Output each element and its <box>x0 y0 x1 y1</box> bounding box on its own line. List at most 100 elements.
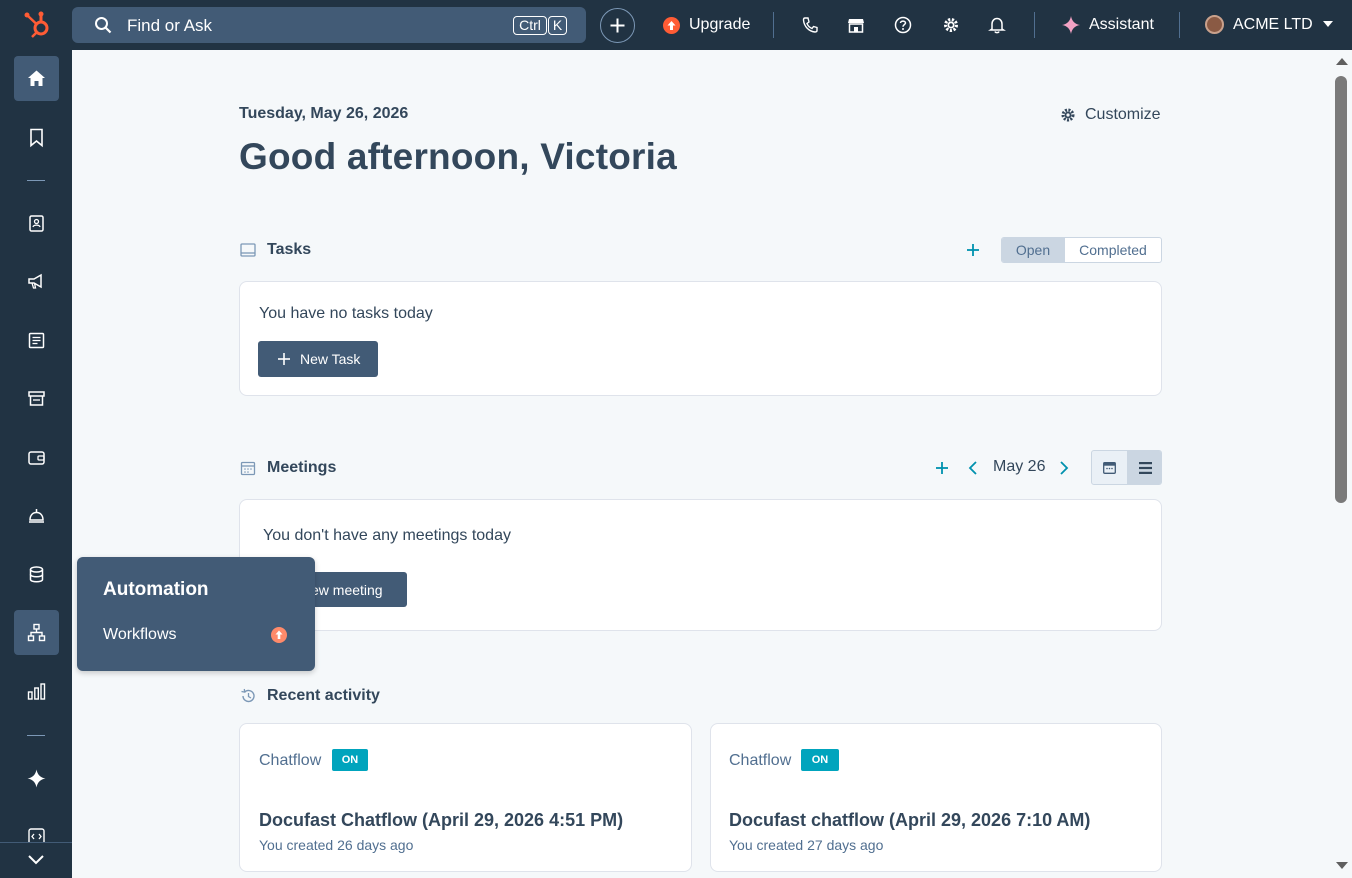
activity-title[interactable]: Docufast Chatflow (April 29, 2026 4:51 P… <box>259 810 623 831</box>
hubspot-logo[interactable] <box>22 9 54 41</box>
activity-title[interactable]: Docufast chatflow (April 29, 2026 7:10 A… <box>729 810 1090 831</box>
history-icon <box>241 688 255 703</box>
scrollbar-thumb[interactable] <box>1335 76 1347 503</box>
workflow-icon <box>27 623 46 642</box>
scroll-down-arrow-icon[interactable] <box>1335 861 1349 871</box>
meetings-card: You don't have any meetings today ew mee… <box>239 499 1162 631</box>
sidebar-item-payments[interactable] <box>14 435 59 480</box>
shortcut-ctrl-key: Ctrl <box>513 16 547 35</box>
sidebar-item-home[interactable] <box>14 56 59 101</box>
calendar-view-button[interactable] <box>1092 451 1127 484</box>
chevron-down-icon[interactable] <box>27 852 45 866</box>
activity-card[interactable]: Chatflow ON Docufast chatflow (April 29,… <box>710 723 1162 872</box>
activity-card[interactable]: Chatflow ON Docufast Chatflow (April 29,… <box>239 723 692 872</box>
sidebar <box>0 50 72 878</box>
megaphone-icon <box>28 273 42 289</box>
calendar-icon <box>240 461 256 476</box>
status-badge: ON <box>801 749 839 771</box>
marketplace-icon[interactable] <box>846 15 866 35</box>
recent-activity-title: Recent activity <box>267 687 380 704</box>
upgrade-arrow-icon <box>271 627 287 643</box>
tab-completed[interactable]: Completed <box>1064 238 1161 262</box>
database-icon <box>29 566 44 583</box>
sidebar-item-breeze[interactable] <box>14 756 59 801</box>
tasks-title: Tasks <box>267 241 312 258</box>
tasks-filter: Open Completed <box>1001 237 1162 263</box>
meetings-date: May 26 <box>993 458 1046 475</box>
assistant-label: Assistant <box>1089 16 1154 33</box>
sidebar-item-commerce[interactable] <box>14 376 59 421</box>
shortcut-k-key: K <box>548 16 567 35</box>
tasks-empty-text: You have no tasks today <box>259 305 433 322</box>
sidebar-divider <box>27 735 45 736</box>
flyout-title: Automation <box>103 579 209 600</box>
create-button[interactable] <box>600 8 635 43</box>
meetings-empty-text: You don't have any meetings today <box>263 527 511 544</box>
notifications-icon[interactable] <box>987 15 1007 35</box>
chevron-right-icon[interactable] <box>1058 460 1070 476</box>
customize-label: Customize <box>1085 106 1161 123</box>
content-icon <box>28 332 45 349</box>
account-name: ACME LTD <box>1233 16 1313 33</box>
meetings-title: Meetings <box>267 459 337 476</box>
sidebar-divider <box>27 180 45 181</box>
menu-item-workflows[interactable]: Workflows <box>103 626 177 644</box>
add-task-icon[interactable] <box>966 243 980 257</box>
list-icon <box>1139 462 1152 474</box>
avatar <box>1205 15 1224 34</box>
upgrade-label: Upgrade <box>689 16 751 33</box>
sidebar-divider <box>0 842 72 843</box>
sidebar-item-data[interactable] <box>14 552 59 597</box>
calendar-icon <box>1103 462 1116 474</box>
add-meeting-icon[interactable] <box>935 461 949 475</box>
new-task-button[interactable]: New Task <box>258 341 378 377</box>
chevron-left-icon[interactable] <box>967 460 979 476</box>
scroll-up-arrow-icon[interactable] <box>1335 56 1349 66</box>
sparkle-icon <box>1062 16 1080 34</box>
divider <box>1034 12 1035 38</box>
status-badge: ON <box>332 749 368 771</box>
bar-chart-icon <box>27 683 46 700</box>
new-meeting-label: ew meeting <box>311 582 383 598</box>
new-task-label: New Task <box>300 351 361 367</box>
home-icon <box>28 70 45 86</box>
activity-subtitle: You created 26 days ago <box>259 837 414 853</box>
code-icon <box>28 828 45 842</box>
search-bar[interactable]: Find or Ask Ctrl K <box>72 7 586 43</box>
search-input[interactable]: Find or Ask <box>127 16 212 36</box>
activity-type: Chatflow <box>259 752 322 769</box>
sidebar-item-content[interactable] <box>14 318 59 363</box>
divider <box>773 12 774 38</box>
sidebar-item-bookmarks[interactable] <box>14 115 59 160</box>
divider <box>1179 12 1180 38</box>
upgrade-arrow-icon <box>663 17 680 34</box>
storefront-icon <box>28 391 45 406</box>
list-view-button[interactable] <box>1127 451 1161 484</box>
tab-open[interactable]: Open <box>1002 238 1064 262</box>
sidebar-item-automation[interactable] <box>14 610 59 655</box>
sidebar-item-contacts[interactable] <box>14 201 59 246</box>
service-bell-icon <box>29 509 44 523</box>
meetings-view-toggle <box>1091 450 1162 485</box>
current-date: Tuesday, May 26, 2026 <box>239 105 409 122</box>
chevron-down-icon <box>1323 21 1333 27</box>
activity-type: Chatflow <box>729 752 792 769</box>
contacts-icon <box>29 215 44 232</box>
tasks-icon <box>240 243 256 257</box>
bookmark-icon <box>30 128 43 148</box>
sparkle-icon <box>27 769 46 788</box>
sidebar-item-reporting[interactable] <box>14 669 59 714</box>
phone-icon[interactable] <box>800 15 820 35</box>
sidebar-item-service[interactable] <box>14 493 59 538</box>
sidebar-item-marketing[interactable] <box>14 259 59 304</box>
activity-subtitle: You created 27 days ago <box>729 837 884 853</box>
page-title: Good afternoon, Victoria <box>239 136 677 177</box>
top-bar: Find or Ask Ctrl K Upgrade Assistant ACM… <box>0 0 1352 50</box>
settings-icon[interactable] <box>941 15 961 35</box>
automation-flyout-menu: Automation Workflows <box>77 557 315 671</box>
gear-icon <box>1061 108 1075 122</box>
plus-icon <box>610 18 624 32</box>
wallet-icon <box>28 451 45 465</box>
help-icon[interactable] <box>893 15 913 35</box>
sidebar-item-development[interactable] <box>14 814 59 842</box>
